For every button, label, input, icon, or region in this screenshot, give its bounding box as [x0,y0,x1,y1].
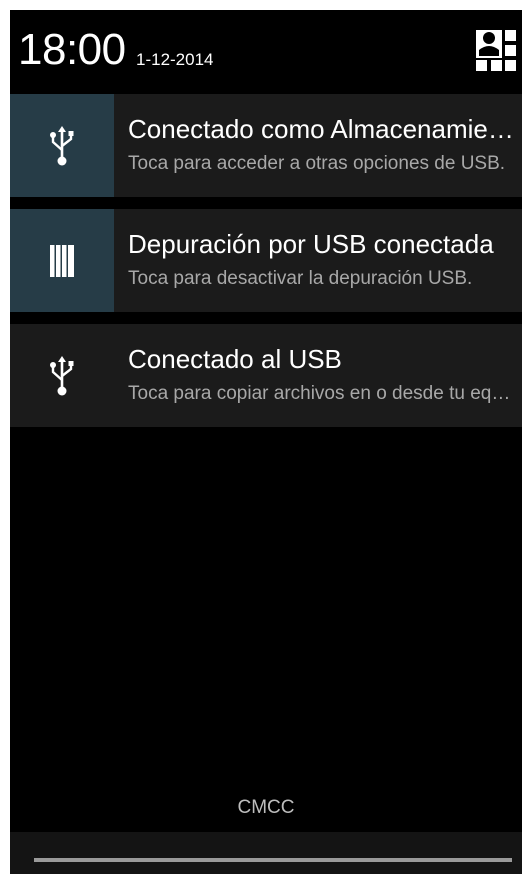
quick-settings-icon [476,30,516,71]
notification-title: Conectado como Almacenamiento masivo [128,114,518,144]
carrier-label: CMCC [237,797,295,818]
shade-header: 18:00 1-12-2014 [10,10,522,94]
notification-text: Toca para desactivar la depuración USB. [128,268,473,289]
date: 1-12-2014 [136,50,214,69]
notification-title: Depuración por USB conectada [128,229,494,259]
drag-handle[interactable] [34,858,512,862]
usb-icon [50,125,74,165]
notification-text: Toca para copiar archivos en o desde tu … [128,383,518,404]
notification-icon-box [10,209,114,312]
clock: 18:00 [18,25,126,74]
notification-text: Toca para acceder a otras opciones de US… [128,153,506,174]
notification-usb-storage[interactable]: Conectado como Almacenamiento masivo Toc… [10,94,522,197]
notification-shade: 18:00 1-12-2014 Conectado como Almacenam… [10,10,522,874]
notification-icon-box [10,324,114,427]
usb-icon [50,355,74,395]
notification-usb-debugging[interactable]: Depuración por USB conectada Toca para d… [10,209,522,312]
shade-bottom-bar[interactable] [10,832,522,874]
quick-settings-button[interactable] [474,28,518,72]
notification-usb-connected[interactable]: Conectado al USB Toca para copiar archiv… [10,324,522,427]
notification-icon-box [10,94,114,197]
debug-icon [50,244,74,277]
notification-title: Conectado al USB [128,344,342,374]
